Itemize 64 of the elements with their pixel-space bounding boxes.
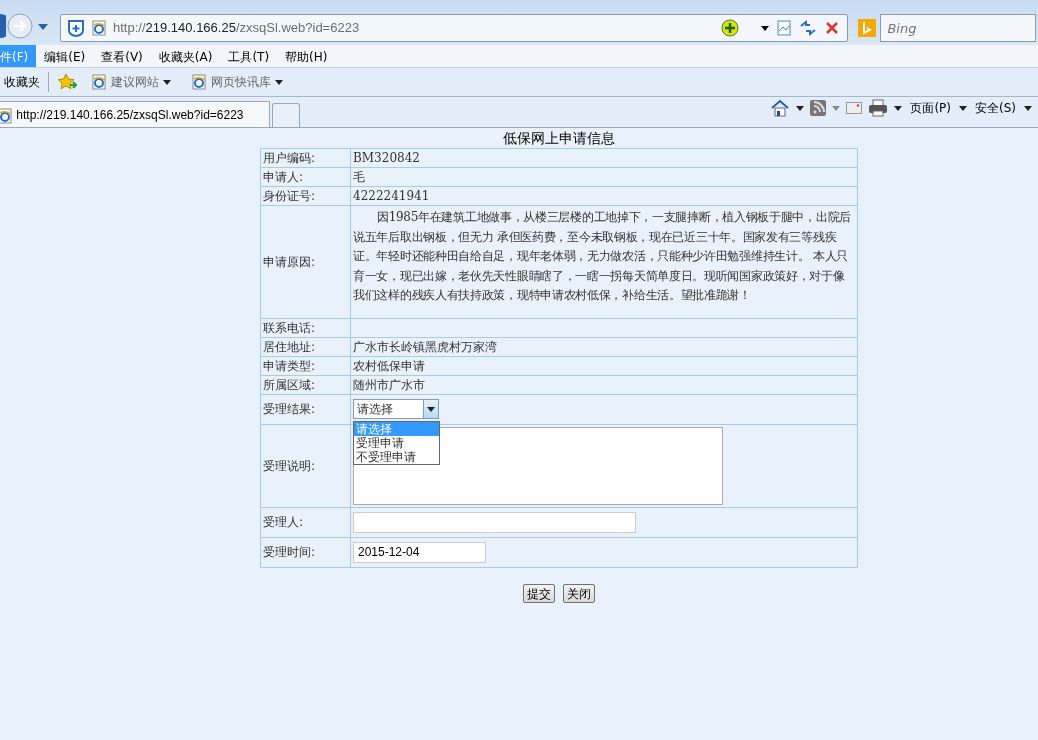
plus-icon[interactable] [721,19,740,37]
refresh-icon[interactable] [799,19,818,37]
menu-item[interactable]: 收藏夹(A) [150,45,221,67]
field-value: 农村低保申请 [353,358,425,373]
field-value: 4222241941 [353,189,430,203]
field-label: 受理结果: [260,394,351,424]
command-button[interactable]: 安全(S) [973,99,1018,117]
field-label: 受理时间: [260,537,351,567]
dropdown-option[interactable]: 受理申请 [354,436,439,450]
dropdown-option[interactable]: 不受理申请 [354,450,439,464]
command-button[interactable]: 页面(P) [908,99,953,117]
menu-item[interactable]: 查看(V) [93,45,151,67]
shield-icon[interactable] [67,19,85,37]
address-bar[interactable]: http://219.140.166.25/zxsqSl.web?id=6223 [60,14,849,42]
mail-icon[interactable] [846,102,863,114]
home-icon[interactable] [770,99,791,117]
search-field[interactable]: Bing [880,14,1037,42]
field-label: 申请人: [260,167,351,187]
caret-icon [163,79,171,85]
select-field[interactable]: 请选择 [353,399,439,419]
caret-icon[interactable] [959,105,967,111]
field-value: BM320842 [353,151,420,165]
menu-item[interactable]: 编辑(E) [36,45,94,67]
caret-icon[interactable] [894,105,903,111]
field-label: 受理人: [260,507,351,537]
field-value: 随州市广水市 [353,377,425,392]
field-label: 联系电话: [260,318,351,337]
feed-icon[interactable] [810,100,827,116]
url-text: http://219.140.166.25/zxsqSl.web?id=6223 [113,19,361,38]
date-field[interactable]: 2015-12-04 [353,541,486,563]
field-label: 所属区域: [260,375,351,394]
favorite-link[interactable]: 网页快讯库 [185,72,289,92]
field-label: 身份证号: [260,186,351,206]
reason-text: 因1985年在建筑工地做事，从楼三层楼的工地掉下，一支腿摔断，植入钢板于腿中，出院后说五年后取出钢板，但无力 承但医药费，至今未取钢板，现在已近三十年。国家发有三等残疾证。年轻时还能种田自给自足，现年老体弱，无力做农活，只能种少许田勉强维持生计。 本人只育一女，现已出嫁，老伙先天性眼睛瞎了，一瞎一拐每天简单度日。现听闻国家政策好，对于像我们这样的残疾人有扶持政策，现特申请农村低保，补给生活。望批准跪谢！ [350,205,858,318]
page-icon [0,107,13,124]
page-icon [191,74,207,90]
field-label: 居住地址: [260,337,351,356]
field-label: 申请类型: [260,356,351,375]
dropdown-icon[interactable] [761,25,770,31]
caret-icon [275,79,283,85]
field-value: 广水市长岭镇黑虎村万家湾 [353,339,497,354]
search-engine-icon [858,19,877,37]
caret-icon[interactable] [796,105,805,111]
field-label: 用户编码: [260,148,351,168]
page-icon [91,74,107,90]
form-button[interactable]: 关闭 [563,583,595,603]
favorites-label[interactable]: 收藏夹 [4,73,40,91]
forward-icon[interactable] [6,12,34,40]
menu-item[interactable]: 工具(T) [220,45,278,67]
caret-icon [427,406,435,412]
handler-field[interactable] [353,511,636,533]
caret-icon[interactable] [1024,105,1032,111]
field-label: 申请原因: [260,205,351,318]
browser-tab[interactable]: http://219.140.166.25/zxsqSl.web?id=6223 [0,101,270,127]
field-value: 毛 [353,170,365,184]
page-icon [91,20,107,36]
printer-icon[interactable] [868,99,889,117]
page-title: 低保网上申请信息 [502,129,616,148]
form-button[interactable]: 提交 [523,583,555,603]
star-icon[interactable] [57,73,77,91]
field-label: 受理说明: [260,424,351,507]
menu-item[interactable]: 帮助(H) [277,45,336,67]
back-icon[interactable] [0,14,6,38]
favorite-link[interactable]: 建议网站 [85,72,177,92]
